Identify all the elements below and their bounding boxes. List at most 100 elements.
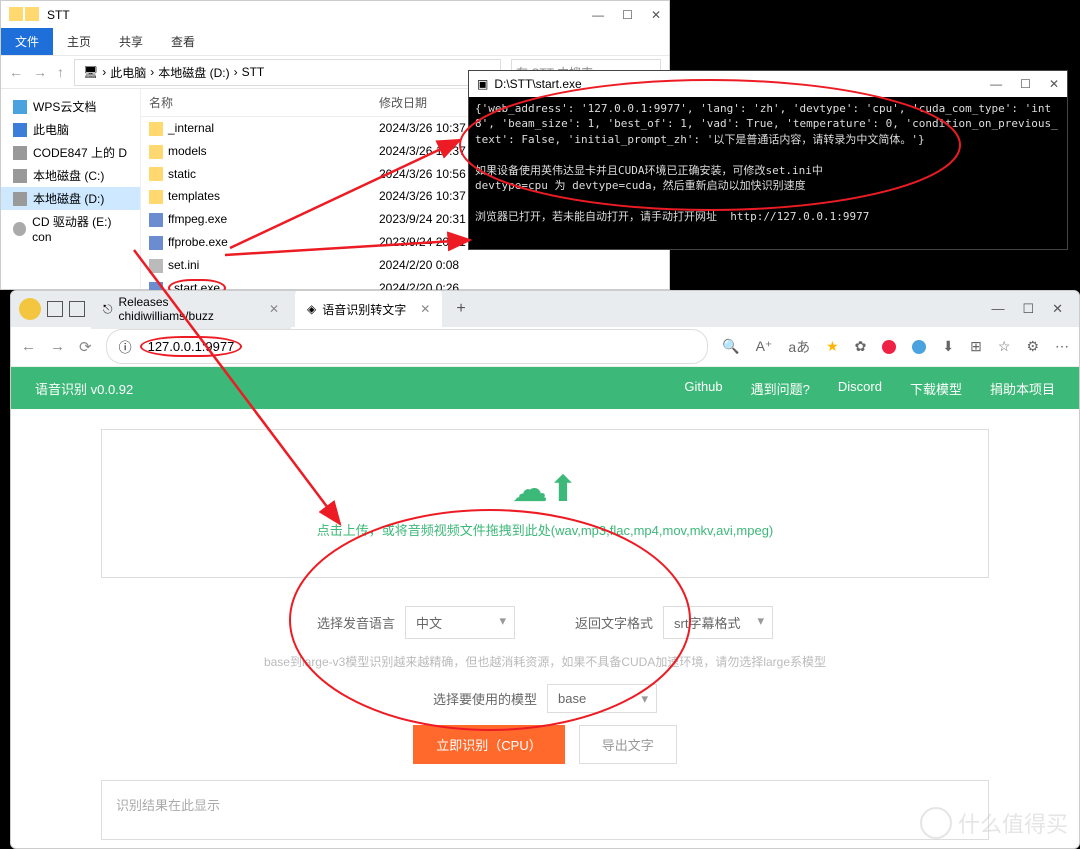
close-tab-icon[interactable]: ✕ [420,302,430,316]
info-icon[interactable]: ⓘ [119,337,132,356]
favorites-icon[interactable]: ☆ [998,338,1011,355]
explorer-titlebar[interactable]: STT — ☐ ✕ [1,1,669,29]
cloud-upload-icon: ☁⬆ [140,468,950,510]
up-button[interactable]: ↑ [57,64,64,80]
page-navbar: 语音识别 v0.0.92 Github 遇到问题? Discord 下载模型 捐助本项目 [11,367,1079,409]
lang-label: 选择发音语言 [317,613,395,632]
refresh-button[interactable]: ⟳ [79,338,92,356]
file-icon [149,122,163,136]
close-button[interactable]: ✕ [651,8,661,22]
browser-window: ⎋Releases · chidiwilliams/buzz✕◈语音识别转文字✕… [10,290,1080,849]
nav-link[interactable]: 捐助本项目 [990,379,1055,398]
format-label: 返回文字格式 [575,613,653,632]
drive-icon [13,169,27,183]
lang-select[interactable]: 中文 [405,606,515,639]
model-select[interactable]: base [547,684,657,713]
nav-pane: WPS云文档此电脑CODE847 上的 D本地磁盘 (C:)本地磁盘 (D:)C… [1,89,141,289]
url-text: 127.0.0.1:9977 [140,336,243,357]
watermark-text: 什么值得买 [958,807,1068,839]
breadcrumb[interactable]: 🖥 ›此电脑 ›本地磁盘 (D:) ›STT [74,59,501,86]
col-name[interactable]: 名称 [141,89,371,116]
minimize-button[interactable]: — [990,77,1002,91]
collections-icon[interactable]: ⊞ [970,338,982,355]
ext-blue-icon[interactable] [912,340,926,354]
upload-hint: 点击上传，或将音频视频文件拖拽到此处(wav,mp3,flac,mp4,mov,… [140,520,950,539]
smile-icon [920,807,952,839]
forward-button[interactable]: → [50,338,65,355]
close-button[interactable]: ✕ [1049,77,1059,91]
file-icon [149,236,163,250]
console-titlebar[interactable]: ▣ D:\STT\start.exe — ☐ ✕ [469,71,1067,97]
search-icon[interactable]: 🔍 [722,338,739,355]
sidebar-item[interactable]: 此电脑 [1,118,140,141]
nav-link[interactable]: Discord [838,379,882,398]
sidebar-item[interactable]: CODE847 上的 D [1,141,140,164]
pc-icon: 🖥 [83,65,98,79]
browser-tab[interactable]: ◈语音识别转文字✕ [295,290,442,329]
page-title: 语音识别 v0.0.92 [35,379,133,398]
minimize-button[interactable]: — [592,8,604,22]
maximize-button[interactable]: ☐ [1022,301,1034,317]
window-title: STT [47,8,70,22]
start-button[interactable]: 立即识别（CPU） [413,725,564,764]
url-input[interactable]: ⓘ 127.0.0.1:9977 [106,329,709,364]
sidebar-item[interactable]: 本地磁盘 (C:) [1,164,140,187]
read-aloud-icon[interactable]: A⁺ [756,338,773,355]
export-button[interactable]: 导出文字 [579,725,677,764]
format-select[interactable]: srt字幕格式 [663,606,773,639]
sidebar-item[interactable]: CD 驱动器 (E:) con [1,210,140,247]
nav-link[interactable]: 下载模型 [910,379,962,398]
page-main: ☁⬆ 点击上传，或将音频视频文件拖拽到此处(wav,mp3,flac,mp4,m… [11,409,1079,849]
maximize-button[interactable]: ☐ [622,8,633,22]
back-button[interactable]: ← [21,338,36,355]
workspaces-icon[interactable] [69,301,85,317]
drive-icon [13,222,26,236]
console-output: {'web_address': '127.0.0.1:9977', 'lang'… [469,97,1067,228]
file-row[interactable]: set.ini2024/2/20 0:08 [141,254,669,277]
maximize-button[interactable]: ☐ [1020,77,1031,91]
ext-opera-icon[interactable] [882,340,896,354]
address-bar: ← → ⟳ ⓘ 127.0.0.1:9977 🔍 A⁺ aあ ★ ✿ ⬇ ⊞ ☆… [11,327,1079,367]
close-button[interactable]: ✕ [1052,301,1063,317]
minimize-button[interactable]: — [991,301,1004,317]
forward-button[interactable]: → [33,64,47,80]
upload-dropzone[interactable]: ☁⬆ 点击上传，或将音频视频文件拖拽到此处(wav,mp3,flac,mp4,m… [101,429,989,578]
console-window: ▣ D:\STT\start.exe — ☐ ✕ {'web_address':… [468,70,1068,250]
new-tab-button[interactable]: + [448,296,473,322]
folder-icon [9,7,41,24]
tab-view[interactable]: 查看 [157,28,209,55]
tab-strip: ⎋Releases · chidiwilliams/buzz✕◈语音识别转文字✕… [11,291,1079,327]
nav-link[interactable]: Github [684,379,722,398]
browser-tab[interactable]: ⎋Releases · chidiwilliams/buzz✕ [91,290,291,329]
favorite-icon[interactable]: ★ [826,338,839,355]
menu-button[interactable]: ⋯ [1055,338,1069,355]
model-hint: base到large-v3模型识别越来越精确，但也越消耗资源，如果不具备CUDA… [101,653,989,670]
drive-icon [13,100,27,114]
ribbon-tabs: 文件 主页 共享 查看 [1,29,669,55]
profile-avatar-icon[interactable] [19,298,41,320]
tab-icon: ◈ [307,302,316,316]
back-button[interactable]: ← [9,64,23,80]
exe-icon: ▣ [477,77,488,91]
nav-link[interactable]: 遇到问题? [751,379,810,398]
file-icon [149,190,163,204]
file-icon [149,167,163,181]
tab-file[interactable]: 文件 [1,28,53,55]
close-tab-icon[interactable]: ✕ [269,302,279,316]
console-title: D:\STT\start.exe [494,77,581,91]
tab-icon: ⎋ [103,302,113,317]
model-label: 选择要使用的模型 [433,689,537,708]
extension-icon[interactable]: ⚙ [1026,338,1039,355]
sidebar-item[interactable]: 本地磁盘 (D:) [1,187,140,210]
tab-home[interactable]: 主页 [53,28,105,55]
tab-share[interactable]: 共享 [105,28,157,55]
sidebar-toggle-icon[interactable] [47,301,63,317]
sidebar-item[interactable]: WPS云文档 [1,95,140,118]
watermark: 什么值得买 [920,807,1068,839]
extensions-icon[interactable]: ✿ [855,338,867,355]
file-icon [149,213,163,227]
result-output: 识别结果在此显示 [101,780,989,840]
download-icon[interactable]: ⬇ [942,338,954,355]
file-icon [149,145,163,159]
translate-icon[interactable]: aあ [788,337,810,357]
